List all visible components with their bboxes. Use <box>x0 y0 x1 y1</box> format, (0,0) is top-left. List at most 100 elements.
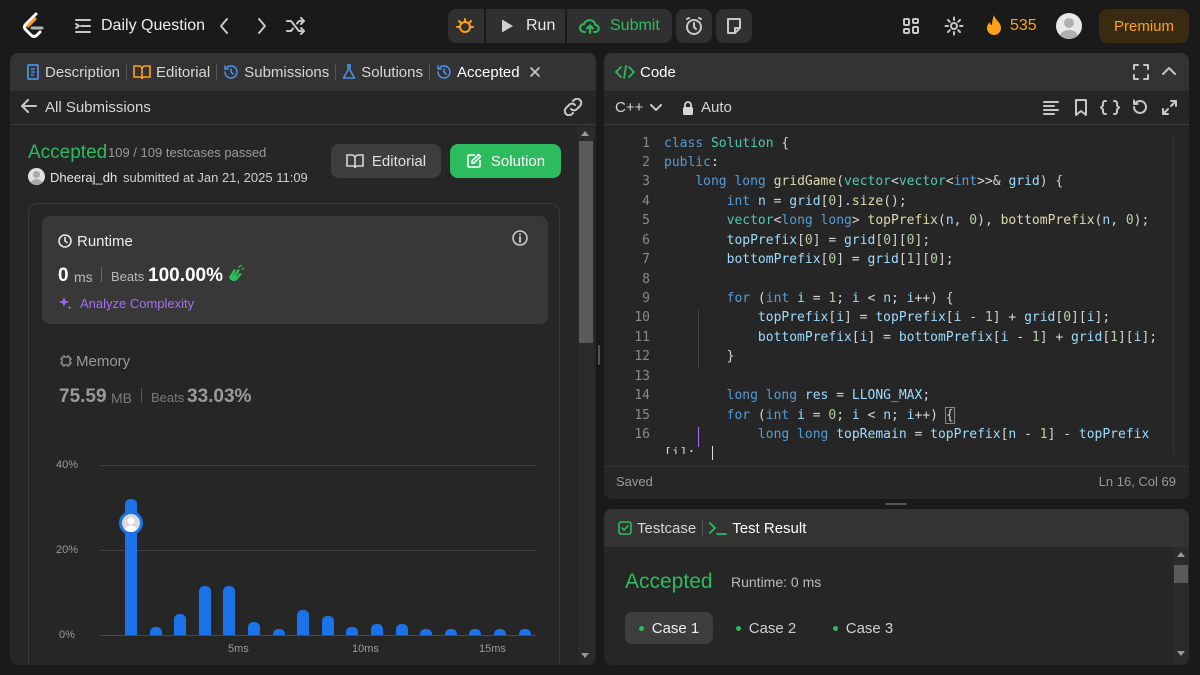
analyze-complexity-link[interactable]: Analyze Complexity <box>80 296 194 311</box>
collapse-chevron-icon[interactable] <box>1162 65 1176 77</box>
auto-mode-toggle[interactable]: Auto <box>682 99 732 116</box>
code-line: } <box>664 349 735 364</box>
tab-test-result[interactable]: Test Result <box>703 509 812 547</box>
submitter-avatar[interactable] <box>28 168 45 185</box>
memory-title: Memory <box>76 353 131 370</box>
code-line: topPrefix[0] = grid[0][0]; <box>726 233 931 248</box>
code-line: bottomPrefix[0] = grid[1][0]; <box>726 252 954 267</box>
code-line: for (int i = 0; i < n; i++) { <box>726 407 955 424</box>
editor-scrollbar[interactable] <box>1173 134 1183 454</box>
scrollbar-track[interactable] <box>578 125 594 665</box>
tab-code-label: Code <box>640 63 676 81</box>
tab-editorial[interactable]: Editorial <box>127 53 216 91</box>
divider <box>10 124 596 125</box>
leetcode-logo-icon[interactable] <box>22 12 46 40</box>
notes-button[interactable] <box>716 9 752 43</box>
run-button[interactable]: Run <box>486 9 565 43</box>
runtime-card[interactable]: Runtime 0 ms Beats 100.00% Analyze Compl… <box>42 216 548 324</box>
scrollbar-thumb[interactable] <box>1174 565 1188 583</box>
back-arrow-icon[interactable] <box>21 99 37 113</box>
runtime-bar[interactable] <box>469 628 482 635</box>
divider <box>101 267 102 282</box>
timer-button[interactable] <box>676 9 712 43</box>
resize-handle[interactable] <box>885 503 907 505</box>
tab-editorial-label: Editorial <box>156 63 211 81</box>
share-link-icon[interactable] <box>563 98 583 116</box>
memory-beats-value: 33.03% <box>187 386 252 407</box>
tab-description[interactable]: Description <box>20 53 126 91</box>
clock-icon <box>58 234 72 248</box>
scroll-down-arrow[interactable] <box>1177 651 1185 656</box>
runtime-bar[interactable] <box>174 613 187 635</box>
runtime-bar[interactable] <box>321 615 334 635</box>
layout-grid-icon[interactable] <box>902 17 920 35</box>
result-scrollbar[interactable] <box>1173 547 1189 665</box>
runtime-bar[interactable] <box>518 628 531 635</box>
runtime-bar[interactable] <box>420 628 433 635</box>
tab-submissions[interactable]: Submissions <box>217 53 335 91</box>
case-tab-1[interactable]: Case 1 <box>625 612 713 644</box>
tab-test-result-label: Test Result <box>732 519 807 537</box>
next-question-icon[interactable] <box>256 17 268 35</box>
runtime-bar[interactable] <box>494 628 506 635</box>
case-tab-2[interactable]: Case 2 <box>726 612 806 644</box>
shuffle-icon[interactable] <box>286 17 306 35</box>
problem-list-icon[interactable] <box>74 18 92 34</box>
tab-code[interactable]: Code <box>615 53 682 91</box>
submitter-username[interactable]: Dheeraj_dh <box>50 170 117 185</box>
tab-accepted[interactable]: Accepted <box>430 53 552 91</box>
case-tab-3[interactable]: Case 3 <box>823 612 903 644</box>
language-select[interactable]: C++ <box>615 99 663 116</box>
format-lines-icon[interactable] <box>1043 101 1059 115</box>
left-tab-bar: Description Editorial Submissions Soluti… <box>10 53 596 91</box>
runtime-bar[interactable] <box>198 586 211 635</box>
code-brackets-icon <box>615 65 635 79</box>
resize-handle-vertical[interactable] <box>598 345 600 365</box>
indent-guide <box>698 310 699 368</box>
tab-accepted-label: Accepted <box>457 63 520 81</box>
runtime-bar[interactable] <box>248 622 260 635</box>
runtime-bar[interactable] <box>371 624 383 635</box>
code-editor[interactable]: 1 2 3 4 5 6 7 8 9 10 11 12 13 14 15 16 c… <box>604 134 1189 499</box>
info-icon[interactable] <box>512 230 528 246</box>
maximize-icon[interactable] <box>1133 64 1149 80</box>
tab-solutions[interactable]: Solutions <box>336 53 429 91</box>
code-line: long long topRemain = topPrefix[n - 1] -… <box>757 427 1150 442</box>
streak-fire-icon[interactable] <box>986 14 1002 36</box>
scroll-up-arrow[interactable] <box>581 131 589 136</box>
prev-question-icon[interactable] <box>218 17 230 35</box>
premium-button[interactable]: Premium <box>1099 9 1189 43</box>
scroll-down-arrow[interactable] <box>581 653 589 658</box>
runtime-beats-value: 100.00% <box>148 265 224 286</box>
runtime-bar[interactable] <box>395 624 408 635</box>
submit-button[interactable]: Submit <box>567 9 672 43</box>
close-icon[interactable] <box>529 66 541 78</box>
scroll-up-arrow[interactable] <box>1177 552 1185 557</box>
curly-braces-icon[interactable] <box>1100 100 1120 115</box>
scrollbar-thumb[interactable] <box>579 141 593 343</box>
runtime-bar[interactable] <box>346 626 359 635</box>
line-number: 5 <box>642 213 650 228</box>
tab-testcase[interactable]: Testcase <box>614 509 702 547</box>
expand-arrows-icon[interactable] <box>1162 100 1177 115</box>
user-avatar[interactable] <box>1056 13 1082 39</box>
runtime-bar[interactable] <box>149 626 162 635</box>
all-submissions-link[interactable]: All Submissions <box>45 99 151 116</box>
runtime-bar[interactable] <box>444 628 457 635</box>
solution-button[interactable]: Solution <box>450 144 561 178</box>
settings-gear-icon[interactable] <box>944 16 964 36</box>
x-tick-label: 10ms <box>352 643 379 655</box>
editorial-button[interactable]: Editorial <box>331 144 441 178</box>
bookmark-icon[interactable] <box>1074 99 1088 116</box>
reset-icon[interactable] <box>1132 99 1148 115</box>
code-line: class Solution { <box>664 136 790 151</box>
streak-count[interactable]: 535 <box>1010 17 1037 35</box>
runtime-bar[interactable] <box>297 609 310 635</box>
runtime-distribution-chart: 40% 20% 0% 5ms 10ms 15ms <box>29 444 559 659</box>
runtime-unit: ms <box>74 269 93 285</box>
my-submission-avatar-marker[interactable] <box>119 511 143 535</box>
debug-button[interactable] <box>448 9 484 43</box>
runtime-bar[interactable] <box>272 628 285 635</box>
runtime-bar[interactable] <box>223 586 236 635</box>
daily-question-label[interactable]: Daily Question <box>101 17 205 35</box>
